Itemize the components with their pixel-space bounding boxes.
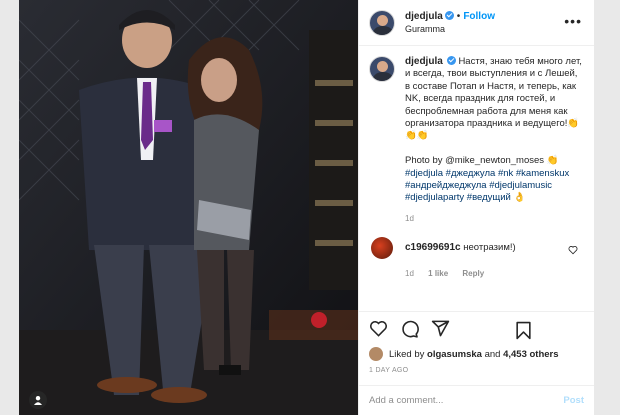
comment-meta: 1d 1 like Reply bbox=[405, 269, 584, 278]
caption-text: Настя, знаю тебя много лет, и всегда, тв… bbox=[405, 56, 582, 142]
commenter-avatar[interactable] bbox=[371, 236, 393, 259]
like-icon[interactable] bbox=[369, 319, 388, 338]
comment-time: 1d bbox=[405, 268, 414, 278]
user-tag-icon[interactable] bbox=[29, 391, 47, 409]
liked-by-others[interactable]: 4,453 others bbox=[503, 349, 558, 360]
commenter-username[interactable]: c19699691c bbox=[405, 242, 461, 253]
share-icon[interactable] bbox=[431, 319, 450, 338]
caption-time: 1d bbox=[405, 213, 414, 223]
comment-text-block: c19699691c неотразим!) bbox=[405, 237, 516, 259]
likes-summary: Liked by olgasumska and 4,453 others bbox=[359, 345, 594, 363]
comment-item: c19699691c неотразим!) bbox=[369, 236, 584, 259]
comment-like-icon[interactable] bbox=[568, 245, 578, 258]
post-sidebar: djedjula • Follow Guramma ••• djedjula Нас… bbox=[358, 0, 594, 415]
liked-by-and: and bbox=[484, 348, 501, 360]
comment-icon[interactable] bbox=[400, 319, 419, 338]
post-header: djedjula • Follow Guramma ••• bbox=[359, 0, 594, 46]
reply-button[interactable]: Reply bbox=[462, 269, 484, 278]
comment-likes[interactable]: 1 like bbox=[428, 269, 448, 278]
comments-area: djedjula Настя, знаю тебя много лет, и в… bbox=[359, 46, 594, 311]
follow-button[interactable]: Follow bbox=[463, 11, 495, 22]
caption-username[interactable]: djedjula bbox=[405, 56, 443, 67]
verified-icon bbox=[444, 10, 454, 20]
add-comment-input[interactable]: Add a comment... bbox=[369, 395, 443, 406]
bookmark-icon[interactable] bbox=[515, 321, 532, 340]
action-bar bbox=[359, 311, 594, 345]
separator-dot: • bbox=[456, 10, 461, 22]
caption-verified-icon bbox=[446, 56, 456, 65]
caption-credit[interactable]: Photo by @mike_newton_moses 👏 bbox=[405, 155, 559, 166]
author-username[interactable]: djedjula bbox=[405, 11, 443, 22]
author-avatar[interactable] bbox=[369, 9, 395, 36]
caption-text-block: djedjula Настя, знаю тебя много лет, и в… bbox=[405, 56, 584, 205]
comment-text: неотразим!) bbox=[463, 241, 516, 253]
liked-by-prefix: Liked by bbox=[389, 348, 425, 360]
post-comment-button[interactable]: Post bbox=[563, 395, 584, 406]
liker-avatar[interactable] bbox=[369, 347, 383, 361]
post-photo[interactable] bbox=[19, 0, 358, 415]
post-modal: djedjula • Follow Guramma ••• djedjula Нас… bbox=[19, 0, 594, 415]
post-location[interactable]: Guramma bbox=[405, 23, 495, 35]
add-comment-bar: Add a comment... Post bbox=[359, 385, 594, 415]
post-time-ago[interactable]: 1 DAY AGO bbox=[359, 363, 594, 385]
author-info: djedjula • Follow Guramma bbox=[405, 10, 495, 35]
liked-by-user[interactable]: olgasumska bbox=[427, 349, 482, 360]
photo-image bbox=[19, 0, 358, 415]
caption: djedjula Настя, знаю тебя много лет, и в… bbox=[369, 56, 584, 223]
more-icon[interactable]: ••• bbox=[564, 14, 582, 28]
caption-hashtags[interactable]: #djedjula #джеджула #nk #kamenskux #андр… bbox=[405, 168, 569, 204]
caption-avatar[interactable] bbox=[369, 56, 395, 82]
